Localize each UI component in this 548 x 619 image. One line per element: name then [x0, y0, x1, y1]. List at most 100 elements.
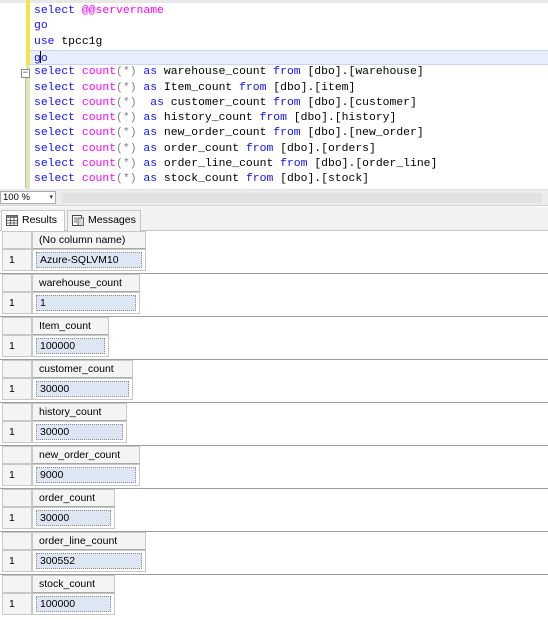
column-header[interactable]: order_count [32, 489, 116, 507]
row-number[interactable]: 1 [2, 335, 32, 357]
result-cell[interactable]: 100000 [32, 335, 109, 357]
saved-lines-marker [26, 65, 30, 189]
code-token: as [136, 158, 164, 170]
grid-corner[interactable] [2, 274, 32, 292]
column-header[interactable]: new_order_count [32, 446, 140, 464]
tab-results-label: Results [22, 214, 58, 226]
code-token: select [34, 142, 82, 155]
code-token: from [245, 142, 281, 155]
column-header[interactable]: order_line_count [32, 532, 146, 550]
result-grid: new_order_count 1 9000 [0, 446, 548, 489]
result-cell[interactable]: 300552 [32, 550, 146, 572]
result-grid: history_count 1 30000 [0, 403, 548, 446]
result-cell[interactable]: 9000 [32, 464, 140, 486]
result-grid: warehouse_count 1 1 [0, 274, 548, 317]
code-line[interactable]: go [34, 19, 48, 34]
messages-icon [72, 215, 84, 226]
code-token: from [239, 81, 274, 94]
code-line[interactable]: select count(*) as order_count from [dbo… [34, 142, 376, 157]
code-line[interactable]: select count(*) as order_line_count from… [34, 157, 437, 172]
grid-corner[interactable] [2, 532, 32, 550]
result-cell[interactable]: Azure-SQLVM10 [32, 249, 146, 271]
code-token: (*) [116, 142, 137, 155]
code-line[interactable]: use tpcc1g [34, 35, 102, 50]
results-pane: (No column name) 1 Azure-SQLVM10 warehouse_… [0, 231, 548, 619]
code-token: warehouse_count [163, 66, 274, 79]
code-token: (*) [116, 158, 137, 170]
code-token: (*) [116, 127, 137, 140]
grid-corner[interactable] [2, 575, 32, 593]
code-token: count [81, 127, 117, 140]
editor-top-ruler [0, 0, 548, 3]
row-number[interactable]: 1 [2, 507, 32, 529]
row-number[interactable]: 1 [2, 292, 32, 314]
code-token: tpcc1g [61, 35, 103, 48]
result-cell[interactable]: 30000 [32, 421, 128, 443]
code-token: from [245, 173, 281, 186]
result-grid: order_count 1 30000 [0, 489, 548, 532]
code-token: @@servername [81, 5, 164, 17]
cell-value: 9000 [36, 467, 136, 483]
column-header[interactable]: history_count [32, 403, 128, 421]
result-cell[interactable]: 100000 [32, 593, 116, 615]
result-cell[interactable]: 30000 [32, 378, 134, 400]
row-number[interactable]: 1 [2, 249, 32, 271]
code-token: (*) [116, 112, 137, 125]
row-number[interactable]: 1 [2, 593, 32, 615]
query-editor[interactable]: − select @@servername go use tpcc1g go selec… [0, 0, 548, 190]
code-line[interactable]: go [30, 49, 548, 65]
code-line[interactable]: select count(*) as customer_count from [… [34, 96, 417, 111]
result-cell[interactable]: 30000 [32, 507, 116, 529]
code-line[interactable]: select count(*) as stock_count from [dbo… [34, 172, 369, 187]
tab-results[interactable]: Results [1, 210, 65, 231]
grid-corner[interactable] [2, 403, 32, 421]
row-number[interactable]: 1 [2, 421, 32, 443]
grid-corner[interactable] [2, 446, 32, 464]
code-token: as [136, 96, 171, 109]
column-header[interactable]: (No column name) [32, 231, 146, 249]
tab-messages[interactable]: Messages [67, 210, 141, 231]
code-token: [dbo].[history] [293, 112, 397, 125]
row-number[interactable]: 1 [2, 464, 32, 486]
zoom-value: 100 % [3, 192, 30, 203]
code-token: o [40, 52, 48, 65]
code-token: from [259, 112, 294, 125]
zoom-dropdown[interactable]: 100 % ▾ [0, 191, 56, 204]
code-line[interactable]: select count(*) as Item_count from [dbo]… [34, 81, 355, 96]
result-grid: customer_count 1 30000 [0, 360, 548, 403]
row-number[interactable]: 1 [2, 378, 32, 400]
collapse-region-icon[interactable]: − [21, 69, 30, 78]
cell-value: 1 [36, 295, 136, 311]
code-token: (*) [116, 96, 137, 109]
code-token: count [81, 142, 117, 155]
column-header[interactable]: Item_count [32, 317, 109, 335]
code-token: [dbo].[stock] [280, 173, 369, 186]
cell-value: 30000 [36, 381, 130, 397]
grid-corner[interactable] [2, 317, 32, 335]
code-line[interactable]: select count(*) as new_order_count from … [34, 126, 424, 141]
code-token: count [81, 112, 117, 125]
horizontal-scrollbar[interactable] [62, 193, 542, 203]
code-token: select [34, 81, 82, 94]
code-token: from [273, 127, 308, 140]
column-header[interactable]: stock_count [32, 575, 116, 593]
grid-corner[interactable] [2, 360, 32, 378]
code-line[interactable]: select count(*) as warehouse_count from … [34, 65, 424, 80]
code-token: [dbo].[orders] [280, 142, 376, 155]
column-header[interactable]: customer_count [32, 360, 134, 378]
row-number[interactable]: 1 [2, 550, 32, 572]
result-grid: (No column name) 1 Azure-SQLVM10 [0, 231, 548, 274]
cell-value: 100000 [36, 338, 105, 354]
grid-icon [6, 215, 18, 226]
grid-corner[interactable] [2, 489, 32, 507]
code-token: select [34, 5, 82, 17]
result-cell[interactable]: 1 [32, 292, 140, 314]
code-token: count [81, 96, 117, 109]
grid-corner[interactable] [2, 231, 32, 249]
column-header[interactable]: warehouse_count [32, 274, 140, 292]
code-token: select [34, 173, 82, 186]
code-token: count [81, 173, 117, 186]
code-line[interactable]: select count(*) as history_count from [d… [34, 111, 396, 126]
code-token: [dbo].[new_order] [307, 127, 424, 140]
code-line[interactable]: select @@servername [34, 4, 164, 19]
